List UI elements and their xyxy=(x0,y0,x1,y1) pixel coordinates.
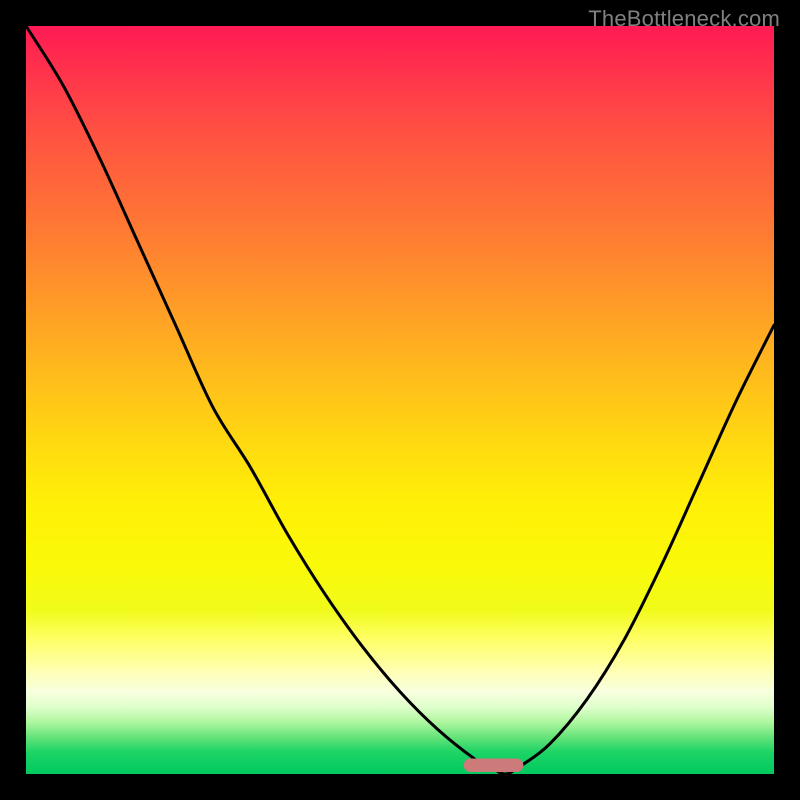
chart-container: TheBottleneck.com xyxy=(0,0,800,800)
bottleneck-curve xyxy=(26,26,774,774)
dip-marker xyxy=(464,759,524,772)
plot-area xyxy=(26,26,774,774)
chart-svg xyxy=(26,26,774,774)
watermark-text: TheBottleneck.com xyxy=(588,6,780,32)
